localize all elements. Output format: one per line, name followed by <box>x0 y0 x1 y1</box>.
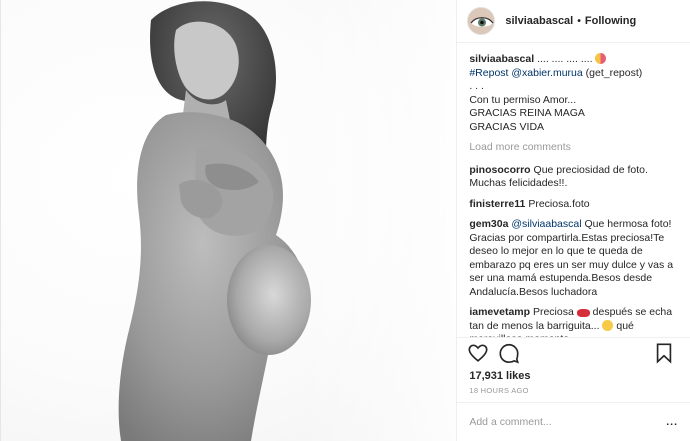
comment-item: pinosocorro Que preciosidad de foto. Muc… <box>469 164 678 191</box>
sweat-smile-emoji-icon <box>602 319 614 331</box>
caption-repost-line: #Repost @xabier.murua (get_repost) <box>469 67 678 81</box>
avatar-eye-icon <box>468 8 495 34</box>
comment-item: iamevetamp Preciosa después se echa tan … <box>469 306 678 337</box>
comment-icon[interactable] <box>498 342 520 364</box>
header-separator: • <box>577 15 581 27</box>
instagram-post: silviaabascal • Following silviaabascal … <box>0 0 690 441</box>
caption-line-1: Con tu permiso Amor... <box>469 93 577 106</box>
following-button[interactable]: Following <box>585 15 636 27</box>
couple-emoji-icon <box>595 53 607 64</box>
comment-text: Preciosa <box>532 306 574 318</box>
add-comment-input[interactable]: Add a comment... <box>469 416 551 428</box>
comment-username[interactable]: iamevetamp <box>469 306 530 318</box>
bookmark-icon[interactable] <box>653 342 675 364</box>
caption-username[interactable]: silviaabascal <box>469 53 534 65</box>
caption-line-2: GRACIAS REINA MAGA <box>469 107 585 119</box>
caption-text: .... .... .... .... <box>537 53 593 65</box>
post-actions <box>457 337 690 367</box>
comment-username[interactable]: pinosocorro <box>469 164 530 176</box>
more-options-button[interactable]: ... <box>666 416 678 428</box>
load-more-comments-button[interactable]: Load more comments <box>469 141 678 155</box>
header-username[interactable]: silviaabascal <box>505 15 573 27</box>
post-photo[interactable] <box>1 0 457 441</box>
caption-line-3: GRACIAS VIDA <box>469 120 545 133</box>
lips-emoji-icon <box>576 309 590 317</box>
caption-dots: . . . <box>469 80 484 92</box>
post-timestamp: 18 HOURS AGO <box>469 386 529 395</box>
repost-mention[interactable]: @xabier.murua <box>511 67 582 79</box>
comments-list: silviaabascal .... .... .... .... #Repos… <box>457 43 690 337</box>
post-header: silviaabascal • Following <box>457 0 690 43</box>
repost-hashtag[interactable]: #Repost <box>469 67 508 79</box>
comment-username[interactable]: gem30a <box>469 218 508 230</box>
add-comment-bar: Add a comment... ... <box>457 402 690 441</box>
comment-username[interactable]: finisterre11 <box>469 198 525 210</box>
comment-item: gem30a @silviaabascal Que hermosa foto! … <box>469 218 678 299</box>
caption: silviaabascal .... .... .... .... #Repos… <box>469 53 678 134</box>
repost-suffix: (get_repost) <box>585 66 643 79</box>
likes-count[interactable]: 17,931 likes <box>457 367 690 386</box>
avatar[interactable] <box>467 7 496 35</box>
comment-text: Preciosa.foto <box>528 197 590 210</box>
photo-illustration <box>118 0 457 441</box>
comment-item: finisterre11 Preciosa.foto <box>469 198 678 212</box>
comment-mention[interactable]: @silviaabascal <box>511 218 581 230</box>
heart-icon[interactable] <box>467 342 489 364</box>
post-sidebar: silviaabascal • Following silviaabascal … <box>456 0 690 441</box>
